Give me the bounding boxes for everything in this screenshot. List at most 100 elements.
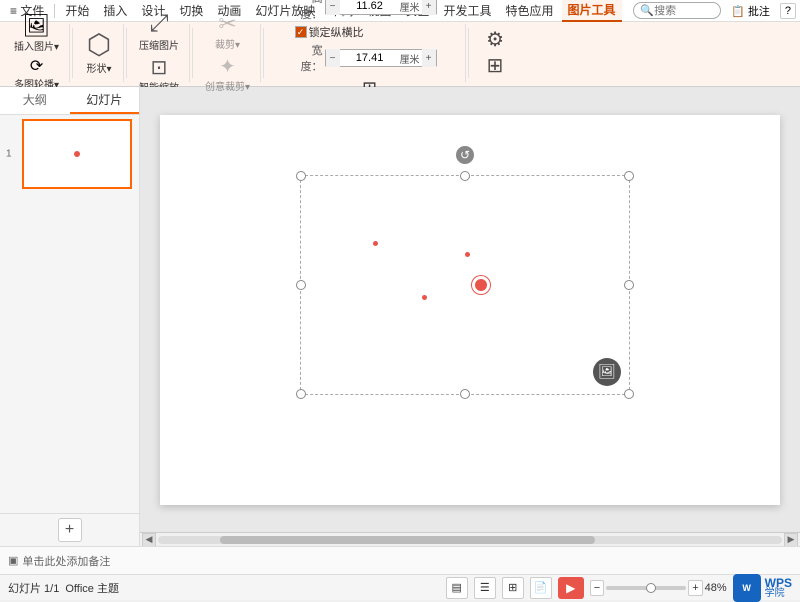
height-row: 高度： − 厘米 + [295,0,437,22]
zoom-slider[interactable] [606,586,686,590]
ribbon-group-dimensions: 高度： − 厘米 + ✓ 锁定纵横比 宽度： − [266,24,466,82]
scroll-track[interactable] [158,536,782,544]
height-label: 高度： [295,0,323,22]
width-row: 宽度： − 厘米 + [295,42,437,74]
rotate-icon: ↺ [460,148,470,162]
zoom-level: 48% [705,582,727,594]
zoom-minus-btn[interactable]: − [590,580,604,596]
zoom-controls: − + 48% [590,580,727,596]
slide-canvas[interactable]: ↺ [160,115,780,505]
height-input[interactable] [340,0,400,14]
insert-image-icon: 🖼 [23,15,51,37]
rotate-handle[interactable]: ↺ [456,146,474,164]
crop-icon: ✂ [218,13,236,35]
height-increase-btn[interactable]: + [422,0,436,15]
handle-bottom-right[interactable] [624,389,634,399]
adjust-btn[interactable]: ⚙ [477,28,513,52]
play-slideshow-btn[interactable]: ▶ [558,577,584,599]
search-icon: 🔍 [640,4,654,17]
shape-btn[interactable]: ⬡ 形状▾ [81,24,117,82]
height-input-wrapper: − 厘米 + [325,0,437,15]
creative-crop-btn[interactable]: ✦ 创意裁剪▾ [201,55,254,95]
view-reading-btn[interactable]: 📄 [530,577,552,599]
wps-brand: WPS [765,577,792,589]
zoom-plus-btn[interactable]: + [688,580,702,596]
width-label: 宽度： [295,42,323,74]
image-overlay-icon[interactable]: 🖼 [593,358,621,386]
handle-middle-left[interactable] [296,280,306,290]
handle-middle-right[interactable] [624,280,634,290]
insert-image-btn[interactable]: 🖼 插入图片▾ [10,13,63,55]
canvas-scroll[interactable]: ↺ [140,87,800,532]
width-increase-btn[interactable]: + [422,49,436,67]
zoom-thumb[interactable] [646,583,656,593]
notes-placeholder: 单击此处添加备注 [22,553,110,569]
compress-btn[interactable]: ⤢ 压缩图片 [135,10,183,54]
handle-top-center[interactable] [460,171,470,181]
creative-crop-icon: ✦ [219,57,236,77]
scroll-right-btn[interactable]: ▶ [784,533,798,547]
slide-info: 幻灯片 1/1 [8,580,59,596]
handle-bottom-center[interactable] [460,389,470,399]
view-normal-btn[interactable]: ▤ [446,577,468,599]
scattered-dots [301,176,629,394]
scroll-thumb[interactable] [220,536,594,544]
divider-1 [72,28,73,78]
view-sorter-btn[interactable]: ⊞ [502,577,524,599]
tab-slides[interactable]: 幻灯片 [70,87,140,114]
handle-bottom-left[interactable] [296,389,306,399]
wps-logo[interactable]: W WPS 学院 [733,574,792,602]
scroll-left-btn[interactable]: ◀ [142,533,156,547]
handle-top-right[interactable] [624,171,634,181]
width-input-wrapper: − 厘米 + [325,49,437,67]
small-dot-1 [373,241,378,246]
smart-resize-icon: ⊡ [151,58,168,78]
shape-icon: ⬡ [87,31,111,59]
width-decrease-btn[interactable]: − [326,49,340,67]
comment-btn[interactable]: 📋 批注 [725,2,776,20]
adjust-icon: ⚙ [486,30,504,50]
divider-5 [468,28,469,78]
main-dot [472,276,490,294]
width-unit: 厘米 [400,51,422,66]
check-icon: ✓ [297,27,305,38]
creative-crop-label: 创意裁剪▾ [205,78,250,93]
compress-label: 压缩图片 [139,37,179,52]
slide-preview-1[interactable] [22,119,132,189]
handle-icon: ⊞ [487,56,504,76]
panel-tabs: 大纲 幻灯片 [0,87,139,115]
handle-top-left[interactable] [296,171,306,181]
menu-devtools[interactable]: 开发工具 [437,0,497,21]
view-outline-btn[interactable]: ☰ [474,577,496,599]
menu-special[interactable]: 特色应用 [500,0,560,21]
selection-box[interactable]: ↺ [300,175,630,395]
menu-start[interactable]: 开始 [59,0,95,21]
width-input[interactable] [340,50,400,66]
menu-picture-tool[interactable]: 图片工具 [562,0,622,22]
menu-insert[interactable]: 插入 [97,0,133,21]
lock-checkbox[interactable]: ✓ [295,26,307,38]
ribbon-group-extra: ⚙ ⊞ [471,24,519,82]
height-unit: 厘米 [400,0,422,14]
shape-label: 形状▾ [87,60,112,75]
slide-thumb-1[interactable]: 1 [22,119,135,189]
lock-row: ✓ 锁定纵横比 [295,24,437,40]
ribbon-group-compress: ⤢ 压缩图片 ⊡ 智能缩放 [129,24,190,82]
tab-outline[interactable]: 大纲 [0,87,70,114]
notes-bar[interactable]: ▣ 单击此处添加备注 [0,546,800,574]
height-decrease-btn[interactable]: − [326,0,340,15]
left-panel: 大纲 幻灯片 1 + [0,87,140,546]
small-dot-3 [465,252,470,257]
crop-btn[interactable]: ✂ 裁剪▾ [210,11,246,53]
horizontal-scrollbar[interactable]: ◀ ▶ [140,532,800,546]
add-slide-btn[interactable]: + [58,518,82,542]
help-btn[interactable]: ? [780,3,796,19]
ribbon: 🖼 插入图片▾ ⟳ 多图轮播▾ ⬡ 形状▾ ⤢ 压缩图片 ⊡ [0,22,800,87]
search-box[interactable]: 🔍 [633,2,721,19]
status-bar: 幻灯片 1/1 Office 主题 ▤ ☰ ⊞ 📄 ▶ − + 48% W WP… [0,574,800,600]
crop-label: 裁剪▾ [215,36,240,51]
slide-list: 1 [0,115,139,513]
handle-btn[interactable]: ⊞ [477,54,513,78]
canvas-area: ↺ [140,87,800,546]
search-input[interactable] [654,5,714,17]
